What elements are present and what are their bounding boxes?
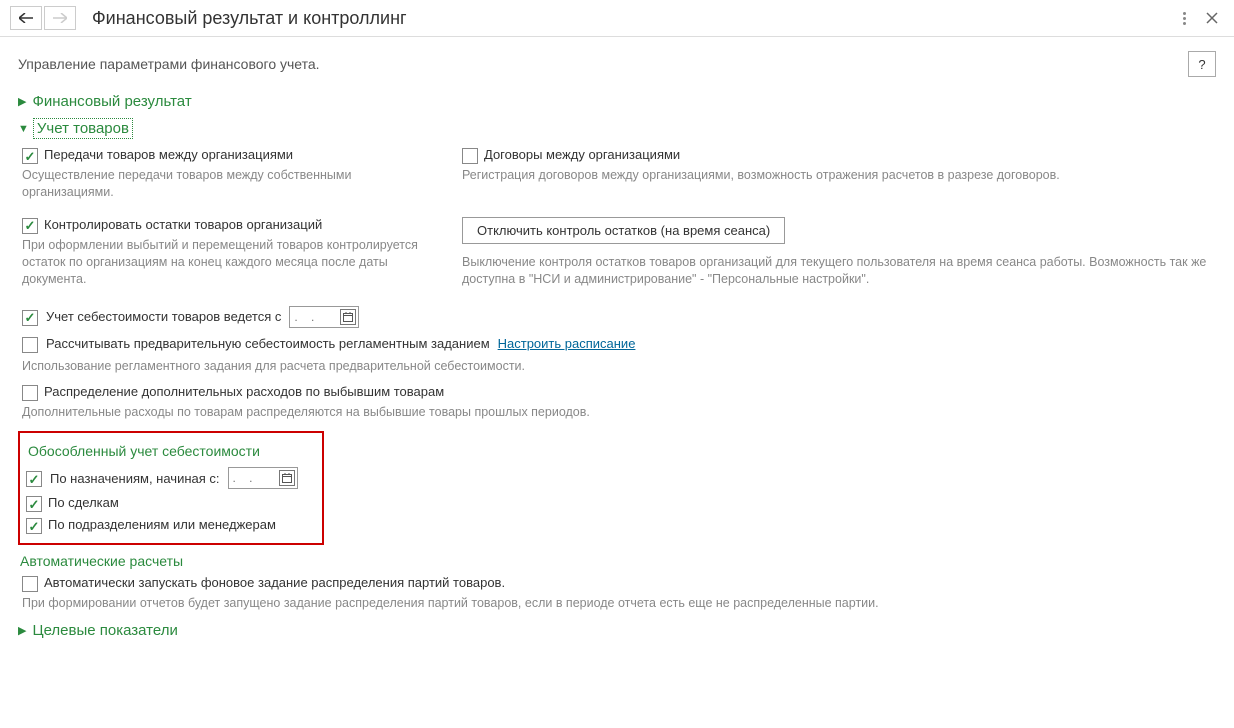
label-cost-from: Учет себестоимости товаров ведется с (46, 309, 281, 324)
desc-precalc: Использование регламентного задания для … (22, 358, 1216, 375)
label-transfer: Передачи товаров между организациями (44, 147, 293, 162)
checkbox-transfer[interactable] (22, 148, 38, 164)
desc-distrib: Дополнительные расходы по товарам распре… (22, 404, 1216, 421)
chevron-right-icon-2 (18, 624, 26, 637)
desc-auto: При формировании отчетов будет запущено … (22, 595, 1216, 612)
section-fin-result[interactable]: Финансовый результат (18, 93, 1216, 110)
label-precalc: Рассчитывать предварительную себестоимос… (46, 336, 490, 351)
section-title-fin-result: Финансовый результат (32, 93, 191, 110)
checkbox-by-purpose[interactable] (26, 471, 42, 487)
checkbox-by-deals[interactable] (26, 496, 42, 512)
calendar-icon-2[interactable] (279, 470, 295, 486)
label-contracts: Договоры между организациями (484, 147, 680, 162)
label-by-deals: По сделкам (48, 495, 119, 510)
desc-disable: Выключение контроля остатков товаров орг… (462, 254, 1216, 288)
checkbox-distrib[interactable] (22, 385, 38, 401)
nav-back-button[interactable] (10, 6, 42, 30)
desc-transfer: Осуществление передачи товаров между соб… (22, 167, 442, 201)
section-targets[interactable]: Целевые показатели (18, 622, 1216, 639)
date-field-by-purpose[interactable] (229, 471, 275, 485)
date-input-cost-from[interactable] (289, 306, 359, 328)
section-title-goods: Учет товаров (35, 120, 131, 137)
calendar-icon[interactable] (340, 309, 356, 325)
label-by-dept: По подразделениям или менеджерам (48, 517, 276, 532)
nav-forward-button[interactable] (44, 6, 76, 30)
help-button[interactable]: ? (1188, 51, 1216, 77)
chevron-right-icon (18, 95, 26, 108)
checkbox-contracts[interactable] (462, 148, 478, 164)
page-subheader: Управление параметрами финансового учета… (18, 56, 1188, 72)
subtitle-auto: Автоматические расчеты (20, 553, 1216, 569)
date-field-cost-from[interactable] (290, 310, 336, 324)
date-input-by-purpose[interactable] (228, 467, 298, 489)
section-title-targets: Целевые показатели (32, 622, 177, 639)
label-auto: Автоматически запускать фоновое задание … (44, 575, 505, 590)
section-goods[interactable]: Учет товаров (18, 120, 1216, 137)
window-title: Финансовый результат и контроллинг (92, 8, 1179, 29)
close-icon[interactable] (1200, 6, 1224, 30)
highlight-separate-cost: Обособленный учет себестоимости По назна… (18, 431, 324, 545)
label-control: Контролировать остатки товаров организац… (44, 217, 322, 232)
checkbox-precalc[interactable] (22, 337, 38, 353)
more-menu-icon[interactable] (1179, 8, 1190, 29)
label-by-purpose: По назначениям, начиная с: (50, 471, 220, 486)
titlebar: Финансовый результат и контроллинг (0, 0, 1234, 37)
desc-contracts: Регистрация договоров между организациям… (462, 167, 1216, 184)
checkbox-by-dept[interactable] (26, 518, 42, 534)
subtitle-separate: Обособленный учет себестоимости (28, 443, 316, 459)
checkbox-control[interactable] (22, 218, 38, 234)
schedule-link[interactable]: Настроить расписание (498, 336, 636, 351)
checkbox-cost-from[interactable] (22, 310, 38, 326)
disable-control-button[interactable]: Отключить контроль остатков (на время се… (462, 217, 785, 244)
chevron-down-icon (18, 123, 29, 135)
label-distrib: Распределение дополнительных расходов по… (44, 384, 444, 399)
desc-control: При оформлении выбытий и перемещений тов… (22, 237, 442, 288)
checkbox-auto[interactable] (22, 576, 38, 592)
